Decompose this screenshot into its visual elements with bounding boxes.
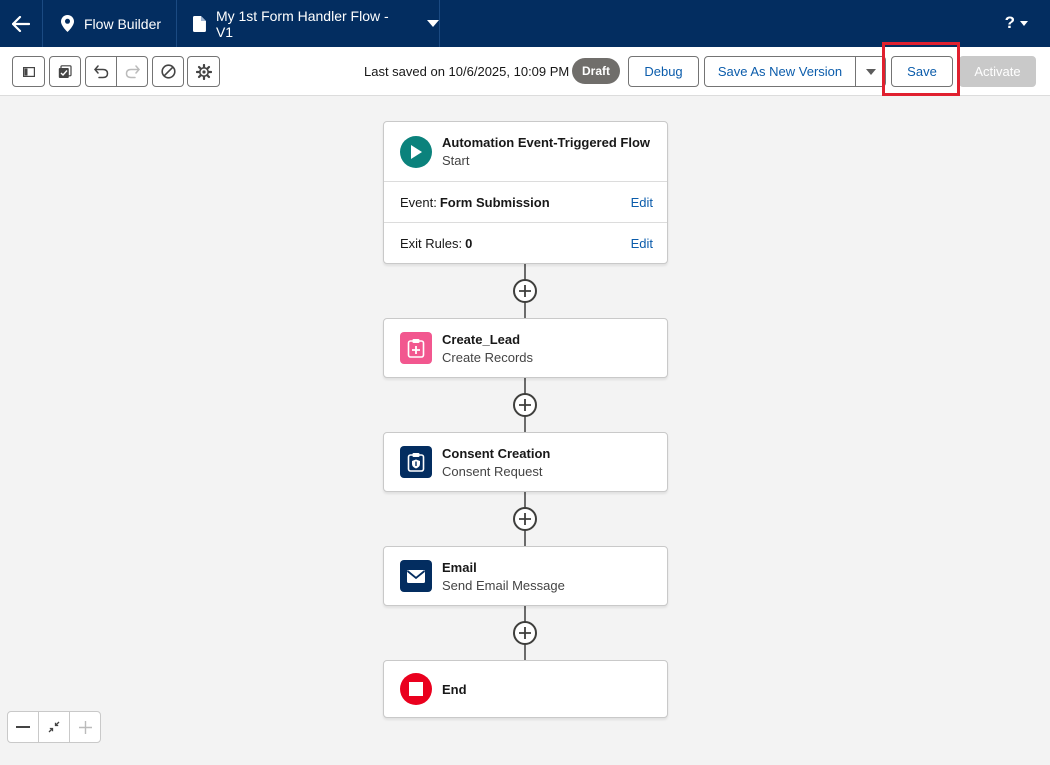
- flow-name: My 1st Form Handler Flow - V1: [215, 7, 389, 40]
- node-subtitle: Send Email Message: [442, 577, 565, 593]
- consent-shield-icon: [400, 446, 432, 478]
- chevron-down-icon: [865, 68, 876, 75]
- debug-button[interactable]: Debug: [628, 56, 699, 87]
- help-menu-button[interactable]: ?: [1005, 13, 1028, 33]
- location-pin-icon: [61, 15, 74, 32]
- save-options-dropdown-button[interactable]: [856, 56, 886, 87]
- email-node[interactable]: Email Send Email Message: [383, 546, 668, 606]
- toggle-toolbox-button[interactable]: [12, 56, 45, 87]
- chevron-down-icon: [1020, 20, 1028, 26]
- exit-rules-row: Exit Rules: 0 Edit: [384, 222, 667, 263]
- save-as-new-version-button[interactable]: Save As New Version: [704, 56, 856, 87]
- edit-exit-rules-link[interactable]: Edit: [631, 236, 653, 251]
- ban-icon: [160, 64, 176, 79]
- plus-icon: [519, 285, 531, 297]
- status-badge: Draft: [572, 58, 620, 84]
- minus-icon: [16, 726, 30, 728]
- redo-button[interactable]: [117, 57, 147, 86]
- help-icon: ?: [1004, 13, 1015, 32]
- document-icon: [193, 15, 206, 32]
- flow-properties-button[interactable]: [187, 56, 220, 87]
- gear-icon: [195, 63, 212, 80]
- stop-icon: [400, 673, 432, 705]
- envelope-icon: [400, 560, 432, 592]
- node-title: Create_Lead: [442, 331, 521, 347]
- top-navigation-bar: Flow Builder My 1st Form Handler Flow - …: [0, 0, 1050, 47]
- node-subtitle: Create Records: [442, 349, 534, 365]
- node-header: Email Send Email Message: [384, 547, 667, 605]
- add-element-button[interactable]: [513, 621, 537, 645]
- save-button[interactable]: Save: [891, 56, 953, 87]
- node-title: Consent Creation: [442, 445, 551, 461]
- plus-icon: [78, 720, 92, 734]
- undo-redo-group: [85, 56, 148, 87]
- app-name: Flow Builder: [84, 15, 162, 32]
- node-subtitle: Start: [442, 153, 470, 168]
- node-title: Email: [442, 559, 477, 575]
- last-saved-text: Last saved on 10/6/2025, 10:09 PM: [364, 64, 570, 79]
- undo-icon: [93, 64, 108, 78]
- errors-warnings-button[interactable]: [152, 56, 184, 87]
- activate-button[interactable]: Activate: [959, 56, 1036, 87]
- redo-icon: [125, 64, 140, 78]
- zoom-controls: [7, 711, 101, 743]
- plus-icon: [519, 399, 531, 411]
- exit-rules-label: Exit Rules:: [400, 235, 463, 251]
- app-name-section: Flow Builder: [43, 0, 177, 47]
- node-header: Create_Lead Create Records: [384, 319, 667, 377]
- zoom-out-button[interactable]: [8, 712, 39, 742]
- event-label: Event:: [400, 194, 437, 210]
- plus-icon: [519, 627, 531, 639]
- play-icon: [400, 135, 432, 168]
- flow-checklist-button[interactable]: [49, 56, 81, 87]
- zoom-in-button[interactable]: [70, 712, 100, 742]
- add-element-button[interactable]: [513, 393, 537, 417]
- node-header: Consent Creation Consent Request: [384, 433, 667, 491]
- node-title: Automation Event-Triggered Flow: [442, 135, 651, 150]
- checklist-icon: [58, 64, 72, 78]
- start-node[interactable]: Automation Event-Triggered Flow Start Ev…: [383, 121, 668, 264]
- node-title: End: [442, 681, 467, 697]
- event-value: Form Submission: [439, 194, 550, 210]
- end-node[interactable]: End: [383, 660, 668, 718]
- event-row: Event: Form Submission Edit: [384, 181, 667, 222]
- back-button[interactable]: [0, 0, 43, 47]
- edit-event-link[interactable]: Edit: [631, 195, 653, 210]
- undo-button[interactable]: [86, 57, 117, 86]
- exit-rules-value: 0: [465, 235, 473, 251]
- add-element-button[interactable]: [513, 279, 537, 303]
- plus-icon: [519, 513, 531, 525]
- panel-icon: [22, 66, 35, 77]
- add-element-button[interactable]: [513, 507, 537, 531]
- contract-icon: [48, 721, 60, 733]
- create-records-icon: [400, 332, 432, 364]
- flow-name-dropdown[interactable]: My 1st Form Handler Flow - V1: [177, 0, 440, 47]
- consent-creation-node[interactable]: Consent Creation Consent Request: [383, 432, 668, 492]
- fit-to-view-button[interactable]: [39, 712, 70, 742]
- arrow-left-icon: [12, 15, 30, 32]
- node-header: End: [384, 661, 667, 717]
- create-lead-node[interactable]: Create_Lead Create Records: [383, 318, 668, 378]
- chevron-down-icon: [427, 20, 439, 27]
- node-subtitle: Consent Request: [442, 463, 543, 479]
- start-node-header[interactable]: Automation Event-Triggered Flow Start: [384, 122, 667, 181]
- flow-toolbar: Last saved on 10/6/2025, 10:09 PM Debug …: [0, 47, 1050, 96]
